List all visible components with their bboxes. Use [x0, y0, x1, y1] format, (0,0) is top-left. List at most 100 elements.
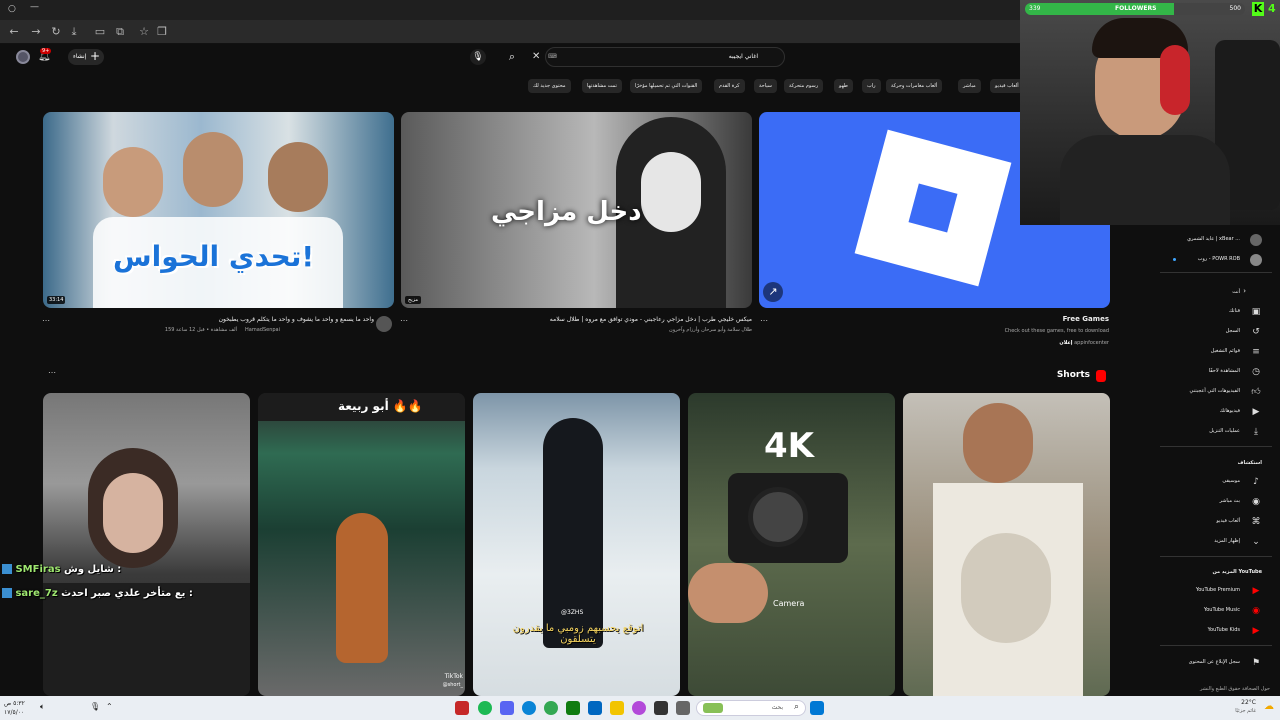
sidebar-item-label: سجل الإبلاغ عن المحتوى: [1188, 659, 1240, 665]
chip[interactable]: راب: [862, 79, 881, 93]
hand: [688, 563, 768, 623]
sidebar-item[interactable]: المشاهدة لاحقًا ◷: [1160, 364, 1270, 380]
sidebar-item[interactable]: بث مباشر ◉: [1160, 494, 1270, 510]
channel-name[interactable]: HamadSenpai: [245, 327, 280, 333]
chat-username: SMFiras: [15, 564, 61, 575]
search-input[interactable]: ✕ ⌨ اغاني ايجيبه: [532, 47, 785, 67]
chrome-icon[interactable]: [544, 701, 558, 715]
more-section-header: المزيد من YouTube: [1160, 565, 1270, 581]
short-card[interactable]: [903, 393, 1110, 696]
chip[interactable]: ألعاب مغامرات وحركة: [886, 79, 943, 93]
video-thumbnail[interactable]: دخل مزاجي مزيج: [401, 112, 752, 308]
spotify-icon[interactable]: [478, 701, 492, 715]
sidebar-item[interactable]: الفيديوهات التي أعجبتني 👍︎: [1160, 384, 1270, 400]
arrow-right-icon[interactable]: →: [28, 24, 44, 40]
chip[interactable]: مباشر: [958, 79, 981, 93]
short-card[interactable]: 4K Camera: [688, 393, 895, 696]
chip[interactable]: رسوم متحركة: [784, 79, 824, 93]
short-card[interactable]: @3ZHS اتوقع يحسبهم زومبي ما يقدرون يتسلق…: [473, 393, 680, 696]
create-button[interactable]: إنشاء +: [68, 49, 104, 65]
short-card[interactable]: [43, 393, 250, 696]
copy-icon[interactable]: ❐: [154, 24, 170, 40]
edge-icon[interactable]: [522, 701, 536, 715]
file-explorer-icon[interactable]: [610, 701, 624, 715]
sidebar-item[interactable]: إظهار المزيد ⌄: [1160, 534, 1270, 550]
explore-section-header: استكشاف: [1160, 456, 1270, 472]
taskbar-search[interactable]: بحث ⌕: [696, 700, 806, 716]
clothes: [43, 583, 250, 696]
you-section-header[interactable]: أنت ›: [1160, 285, 1270, 301]
sidebar-item[interactable]: سجل الإبلاغ عن المحتوى ⚑: [1160, 655, 1270, 671]
channel-avatar[interactable]: [376, 316, 392, 332]
sidebar-item[interactable]: قناتك ▣: [1160, 304, 1270, 320]
more-options-icon[interactable]: ⋯: [48, 368, 56, 377]
chip[interactable]: القنوات التي تم تحميلها مؤخرًا: [630, 79, 703, 93]
star-icon[interactable]: ☆: [136, 24, 152, 40]
sidebar-item[interactable]: YouTube Kids ▶: [1160, 623, 1270, 639]
xbox-icon[interactable]: [566, 701, 580, 715]
chip[interactable]: تمت مشاهدتها: [582, 79, 622, 93]
microphone-icon[interactable]: 🎙︎: [90, 702, 100, 711]
chip[interactable]: كرة القدم: [714, 79, 745, 93]
sidebar-item[interactable]: قوائم التشغيل ≡: [1160, 344, 1270, 360]
youtube-premium-icon: ▶: [1252, 586, 1260, 596]
create-label: إنشاء: [73, 53, 87, 60]
more-options-icon[interactable]: ⋯: [400, 316, 408, 325]
split-icon[interactable]: ▭: [92, 24, 108, 40]
arrow-left-icon[interactable]: ←: [6, 24, 22, 40]
external-link-icon[interactable]: ↗: [763, 282, 783, 302]
short-card[interactable]: أبو ربيعة 🔥🔥 TikTok @short_: [258, 393, 465, 696]
download-icon[interactable]: ⤓: [66, 24, 82, 40]
chevron-down-icon: ⌄: [1252, 537, 1260, 547]
weather-temp[interactable]: 22°C: [1241, 699, 1256, 706]
subscription-item[interactable]: عايد الشمري | xBear ...: [1160, 232, 1270, 248]
more-options-icon[interactable]: ⋯: [42, 316, 50, 325]
minimize-icon[interactable]: —: [30, 2, 39, 12]
sidebar-item[interactable]: السجل ↺: [1160, 324, 1270, 340]
person: [103, 147, 163, 217]
plus-icon: +: [90, 49, 101, 63]
task-view-icon[interactable]: [654, 701, 668, 715]
chip[interactable]: محتوى جديد لك: [528, 79, 571, 93]
discord-icon[interactable]: [500, 701, 514, 715]
chevron-up-icon[interactable]: ⌃: [106, 702, 113, 711]
channel-name[interactable]: طلال سلامة وأيو سرحان وأرزام وآخرون: [669, 327, 752, 333]
extensions-icon[interactable]: ⧉: [112, 24, 128, 40]
chip[interactable]: طهو: [834, 79, 853, 93]
app-icon[interactable]: [455, 701, 469, 715]
store-icon[interactable]: [588, 701, 602, 715]
window-icon[interactable]: ○: [8, 4, 16, 14]
weather-icon[interactable]: ☁︎: [1264, 701, 1274, 712]
subscription-item[interactable]: روب - POWR ROB: [1160, 252, 1270, 268]
volume-icon[interactable]: 🔈︎: [40, 702, 45, 712]
sidebar-item[interactable]: YouTube Music ◉: [1160, 603, 1270, 619]
copilot-icon[interactable]: [632, 701, 646, 715]
keyboard-icon[interactable]: ⌨: [548, 53, 557, 60]
clock-time[interactable]: ٥:٣٢ ص: [4, 700, 25, 707]
video-title[interactable]: ميكس خليجي طرب | دخل مزاجي رعاجبني - مود…: [550, 316, 752, 323]
sidebar-item[interactable]: ألعاب فيديو ⌘: [1160, 514, 1270, 530]
avatar[interactable]: [16, 50, 30, 64]
clock-date[interactable]: ١٧/٥/٠٠: [4, 709, 24, 716]
sidebar-item[interactable]: عمليات التنزيل ⤓: [1160, 424, 1270, 440]
clear-search-icon[interactable]: ✕: [532, 51, 540, 62]
sidebar-item[interactable]: موسيقى ♪: [1160, 474, 1270, 490]
ad-channel-name[interactable]: appinfocenter: [1074, 340, 1109, 346]
sidebar-item[interactable]: YouTube Premium ▶: [1160, 583, 1270, 599]
more-options-icon[interactable]: ⋯: [760, 316, 768, 325]
refresh-icon[interactable]: ↻: [48, 24, 64, 40]
widgets-icon[interactable]: [676, 701, 690, 715]
music-icon: ♪: [1253, 477, 1259, 487]
microphone-icon[interactable]: 🎙︎: [470, 49, 486, 65]
weather-desc[interactable]: غائم جزئيًا: [1235, 708, 1256, 714]
chip[interactable]: سياحة: [754, 79, 777, 93]
ad-title[interactable]: Free Games: [1063, 315, 1109, 323]
windows-start-icon[interactable]: [810, 701, 824, 715]
video-thumbnail[interactable]: تحدي الحواس! 33:14: [43, 112, 394, 308]
sidebar-footer[interactable]: حول الصحافة حقوق الطبع والنشر: [1200, 686, 1270, 692]
chip[interactable]: ألعاب فيديو: [990, 79, 1024, 93]
sidebar-item[interactable]: فيديوهاتك ▶: [1160, 404, 1270, 420]
youtube-header: 🔔︎ 9+ إنشاء + 🎙︎ ⌕: [0, 44, 1020, 72]
video-title[interactable]: واحد ما يسمع و واحد ما يشوف و واحد ما يت…: [219, 316, 374, 323]
search-icon[interactable]: ⌕: [504, 49, 520, 65]
